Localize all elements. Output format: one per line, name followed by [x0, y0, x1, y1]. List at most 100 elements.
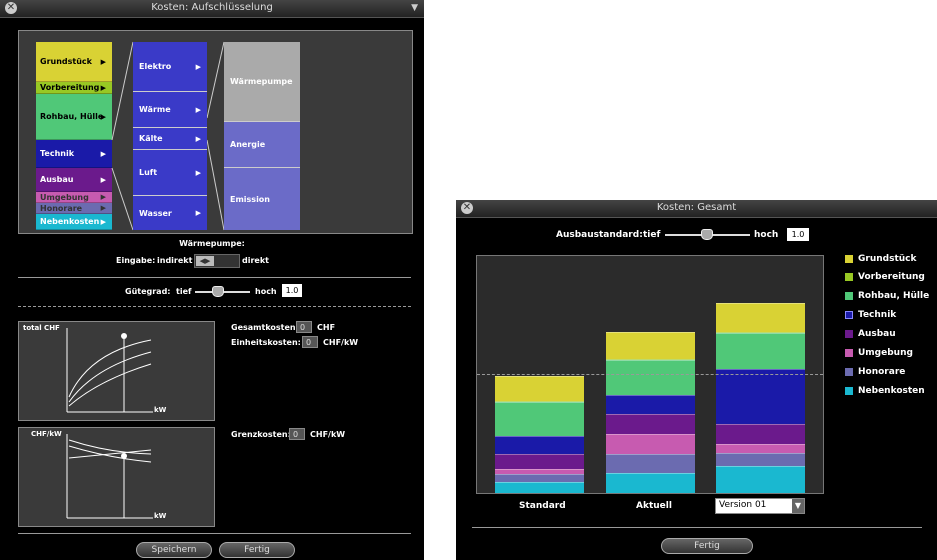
bar-segment-aktuell-4 — [606, 394, 695, 414]
bottom-divider — [18, 533, 411, 534]
connector-lines — [111, 41, 225, 231]
toggle-handle-icon: ◀▶ — [196, 256, 214, 266]
legend-grundstueck: Grundstück — [845, 254, 916, 264]
legend-swatch — [845, 349, 853, 357]
version-select[interactable]: Version 01 ▼ — [715, 498, 805, 514]
ausbaustandard-value[interactable]: 1.0 — [787, 228, 809, 241]
total-cost-curves — [66, 328, 153, 413]
selected-title: Wärmepumpe: — [179, 239, 245, 248]
total-cost-chart-area — [476, 255, 824, 494]
unit-cost-curves — [66, 434, 153, 519]
waerme-waermepumpe[interactable]: Wärmepumpe — [224, 42, 300, 122]
guetegrad-slider-knob[interactable] — [212, 286, 224, 297]
legend-label: Umgebung — [858, 348, 913, 358]
bar-segment-version-7 — [716, 303, 805, 332]
bar-segment-aktuell-2 — [606, 433, 695, 454]
done-button[interactable]: Fertig — [219, 542, 295, 558]
breakdown-titlebar: ✕ Kosten: Aufschlüsselung ▼ — [0, 0, 424, 18]
bar-segment-version-3 — [716, 424, 805, 445]
bar-segment-aktuell-5 — [606, 360, 695, 395]
menu-arrow-icon[interactable]: ▼ — [411, 3, 418, 13]
bar-segment-aktuell-1 — [606, 453, 695, 473]
technik-waerme[interactable]: Wärme ▶ — [133, 92, 207, 128]
chevron-right-icon: ▶ — [195, 62, 201, 71]
breakdown-panel: Grundstück ▶ Vorbereitung ▶ Rohbau, Hülle ▶… — [18, 30, 413, 234]
legend-swatch — [845, 311, 853, 319]
save-button[interactable]: Speichern — [136, 542, 212, 558]
hoch-label: hoch — [754, 230, 779, 240]
tief-label: tief — [643, 230, 661, 240]
divider — [18, 277, 411, 278]
waerme-label: Emission — [230, 194, 270, 204]
chevron-right-icon: ▶ — [195, 168, 201, 177]
legend-swatch — [845, 273, 853, 281]
bar-segment-standard-4 — [495, 436, 584, 454]
legend-rohbau: Rohbau, Hülle — [845, 291, 929, 301]
legend-label: Rohbau, Hülle — [858, 291, 930, 301]
legend-label: Grundstück — [858, 254, 917, 264]
technik-elektro[interactable]: Elektro ▶ — [133, 42, 207, 92]
window-title: Kosten: Aufschlüsselung — [151, 2, 273, 13]
legend-swatch — [845, 330, 853, 338]
bar-segment-version-4 — [716, 368, 805, 425]
technik-kaelte[interactable]: Kälte ▶ — [133, 128, 207, 150]
einheitskosten-label: Einheitskosten: — [231, 338, 301, 347]
legend-honorare: Honorare — [845, 367, 905, 377]
waerme-emission[interactable]: Emission — [224, 168, 300, 230]
ausbaustandard-label: Ausbaustandard: — [556, 230, 643, 240]
bar-segment-aktuell-7 — [606, 331, 695, 360]
aktuell-label: Aktuell — [636, 501, 672, 511]
bar-segment-standard-0 — [495, 482, 584, 493]
einheitskosten-input[interactable]: 0 — [302, 336, 318, 348]
legend-vorbereitung: Vorbereitung — [845, 272, 925, 282]
waerme-anergie[interactable]: Anergie — [224, 122, 300, 168]
technik-label: Luft — [139, 168, 158, 177]
chevron-right-icon: ▶ — [195, 209, 201, 217]
einheitskosten-unit: CHF/kW — [323, 338, 359, 347]
legend-umgebung: Umgebung — [845, 348, 913, 358]
total-window: ✕ Kosten: Gesamt Ausbaustandard: tief ho… — [456, 200, 937, 560]
bar-aktuell — [606, 256, 695, 493]
bar-segment-standard-7 — [495, 375, 584, 401]
indirekt-label: indirekt — [157, 256, 193, 265]
technik-label: Elektro — [139, 62, 172, 71]
technik-luft[interactable]: Luft ▶ — [133, 150, 207, 196]
standard-label: Standard — [519, 501, 566, 511]
grenzkosten-input[interactable]: 0 — [289, 428, 305, 440]
legend-swatch — [845, 292, 853, 300]
legend-label: Honorare — [858, 367, 906, 377]
gesamtkosten-unit: CHF — [317, 323, 336, 332]
window-title: Kosten: Gesamt — [656, 202, 737, 213]
version-select-value: Version 01 — [719, 500, 767, 510]
legend-label: Technik — [858, 310, 897, 320]
unit-cost-chart: CHF/kW kW — [18, 427, 215, 527]
bar-segment-version-5 — [716, 333, 805, 369]
legend-label: Ausbau — [858, 329, 896, 339]
gesamtkosten-label: Gesamtkosten: — [231, 323, 299, 332]
legend-technik: Technik — [845, 310, 896, 320]
eingabe-toggle[interactable]: ◀▶ — [194, 254, 240, 268]
legend-nebenkosten: Nebenkosten — [845, 386, 925, 396]
chevron-right-icon: ▶ — [195, 105, 201, 114]
bar-standard — [495, 256, 584, 493]
reference-line — [477, 373, 823, 375]
direkt-label: direkt — [242, 256, 269, 265]
ausbaustandard-slider-knob[interactable] — [701, 229, 713, 240]
guetegrad-value[interactable]: 1.0 — [282, 284, 302, 297]
bar-segment-standard-3 — [495, 453, 584, 470]
chevron-down-icon[interactable]: ▼ — [792, 499, 804, 513]
done-button[interactable]: Fertig — [661, 538, 753, 554]
bar-version — [716, 256, 805, 493]
hoch-label: hoch — [255, 287, 277, 296]
bar-segment-standard-1 — [495, 474, 584, 483]
technik-wasser[interactable]: Wasser ▶ — [133, 196, 207, 230]
gesamtkosten-input[interactable]: 0 — [296, 321, 312, 333]
bar-segment-aktuell-0 — [606, 472, 695, 493]
dashed-divider — [18, 306, 411, 307]
bar-segment-version-0 — [716, 465, 805, 493]
technik-label: Wasser — [139, 208, 172, 218]
technik-label: Kälte — [139, 134, 163, 143]
bottom-divider — [472, 527, 922, 528]
total-cost-chart: total CHF kW — [18, 321, 215, 421]
bar-segment-standard-2 — [495, 469, 584, 475]
